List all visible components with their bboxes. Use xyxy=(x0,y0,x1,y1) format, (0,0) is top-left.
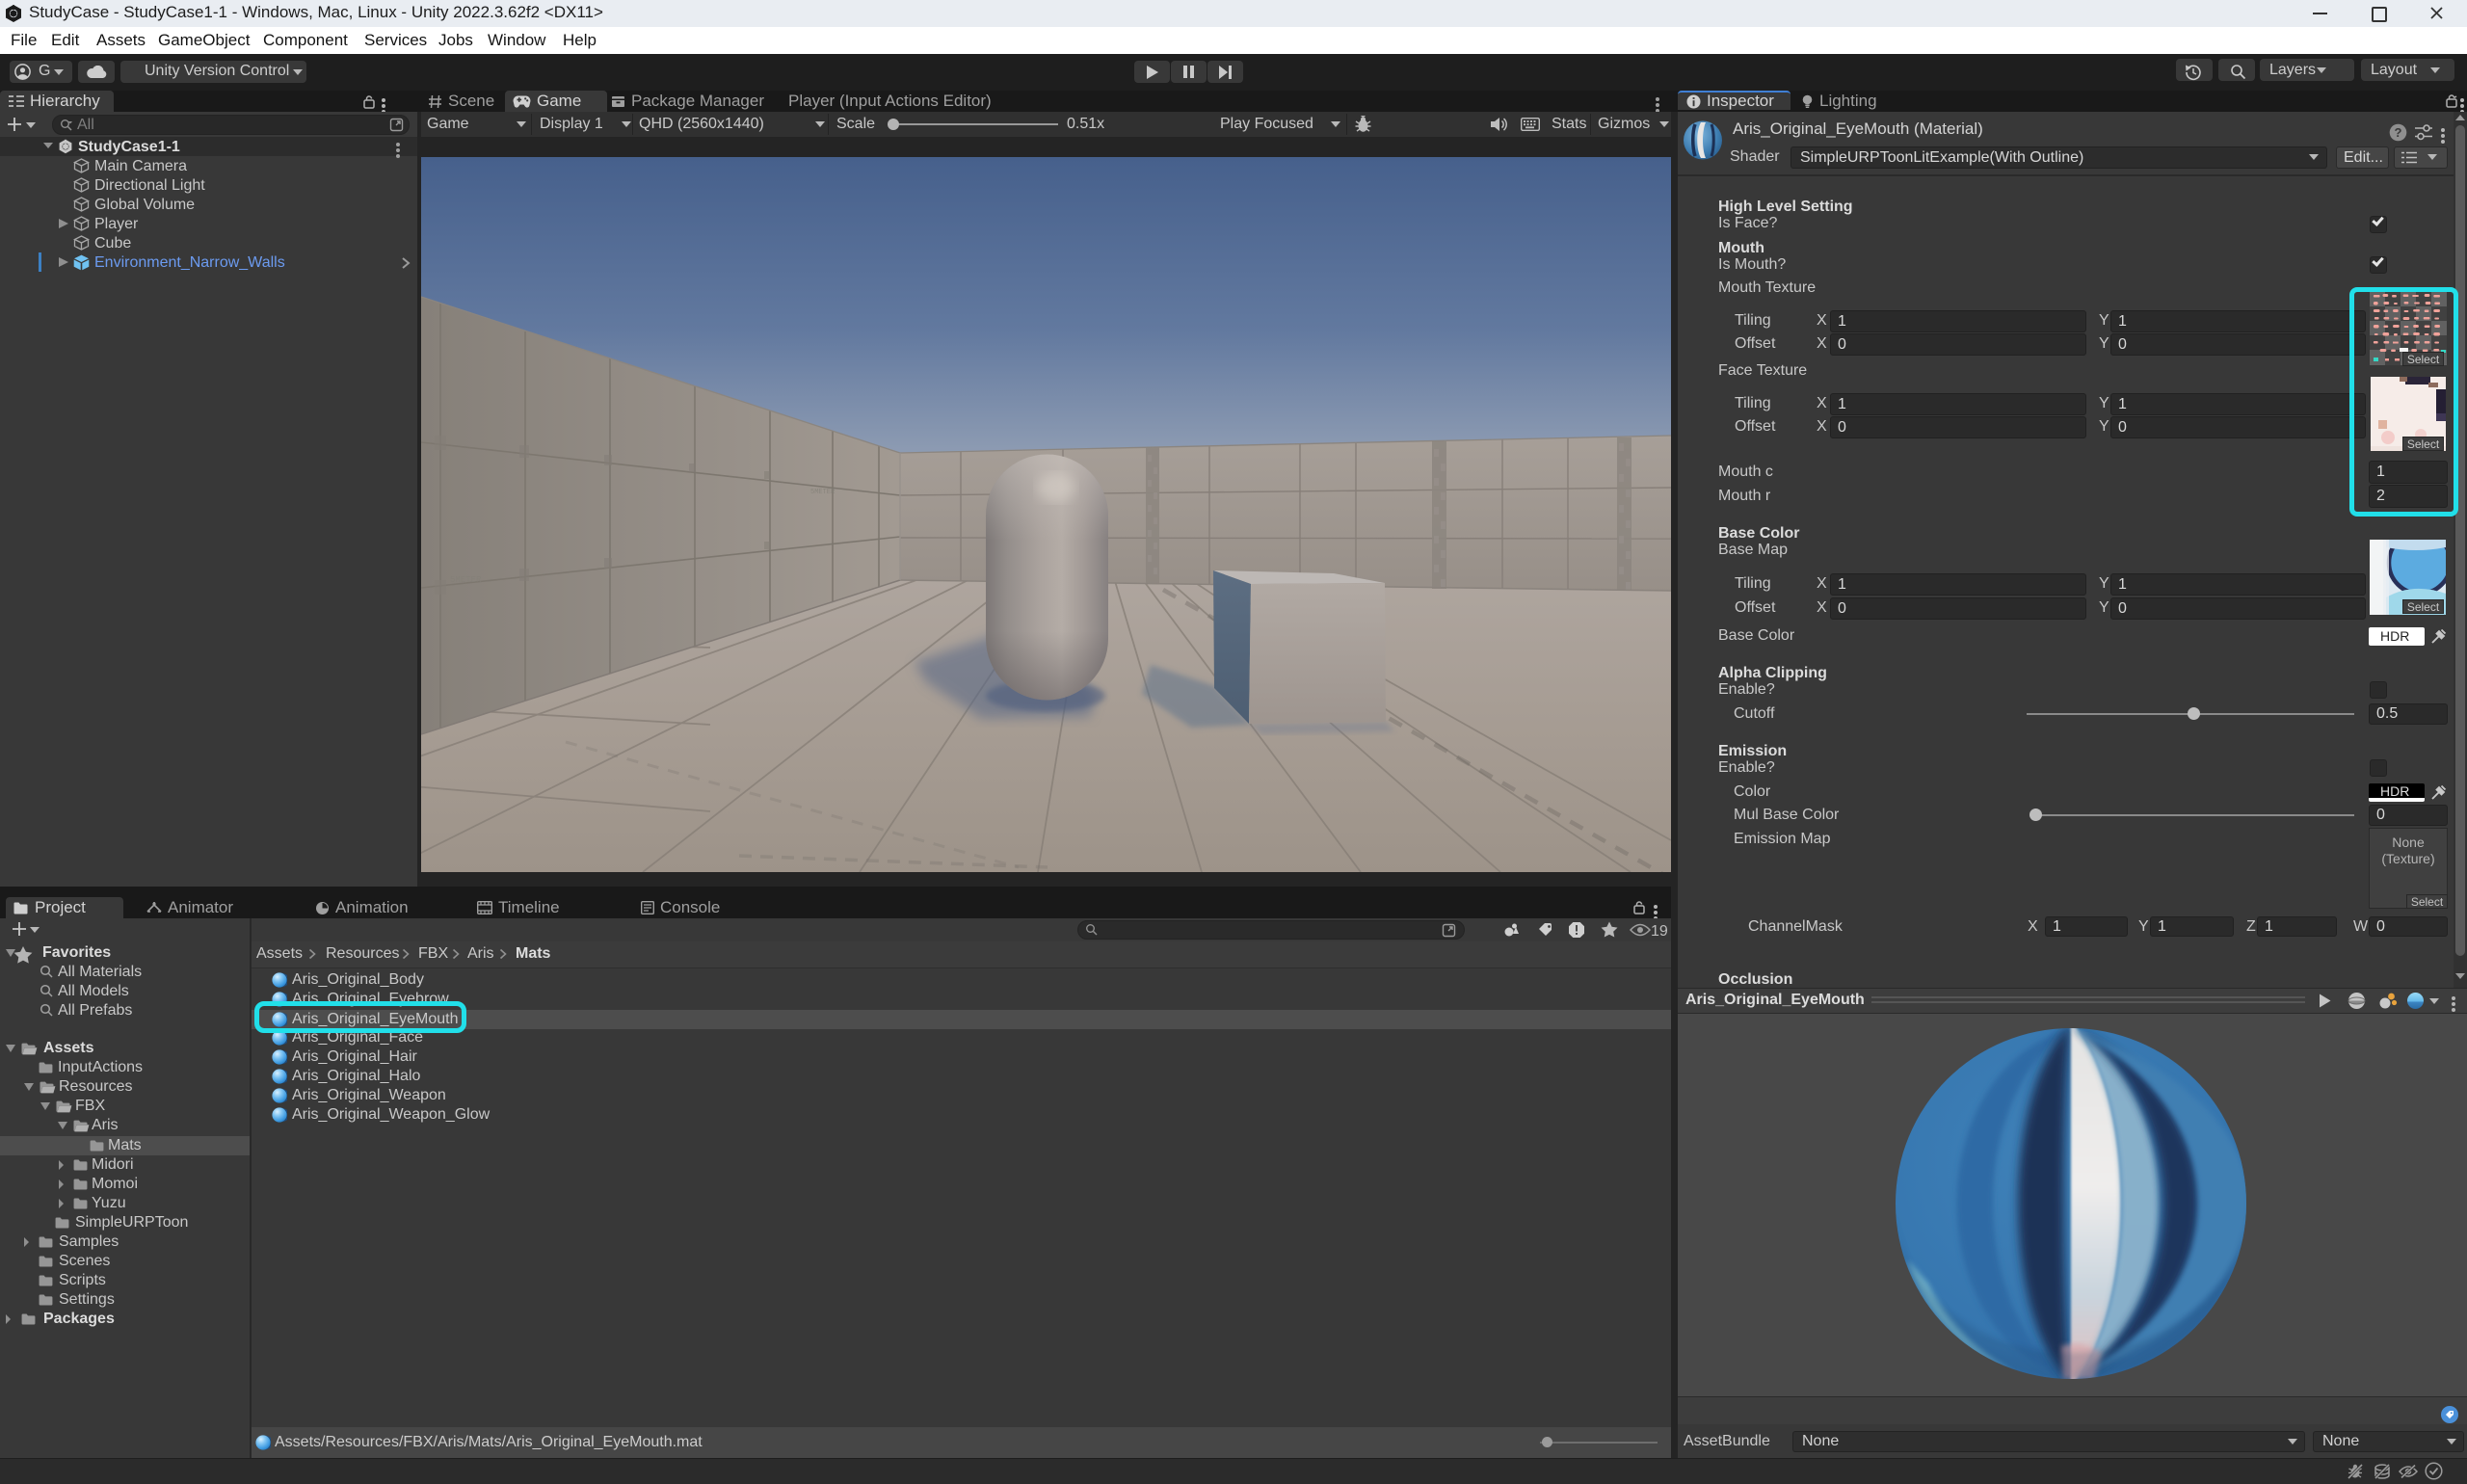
svg-text:5METER: 5METER xyxy=(810,489,836,496)
svg-text:5METER: 5METER xyxy=(450,575,482,585)
svg-text:?: ? xyxy=(2395,125,2402,140)
